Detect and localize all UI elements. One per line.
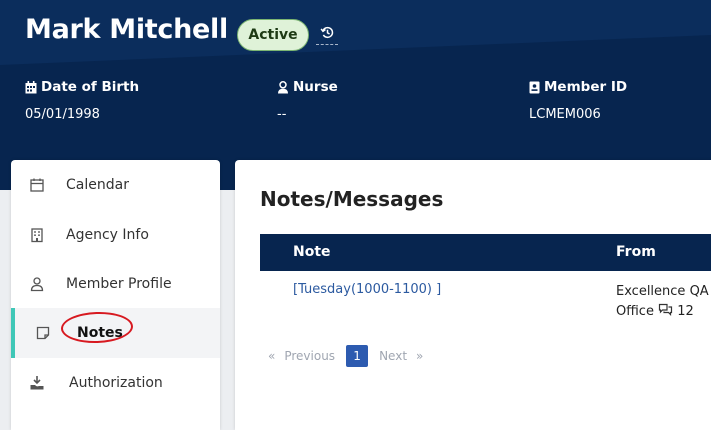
- sidebar-item-label: Agency Info: [66, 227, 149, 243]
- dob-value: 05/01/1998: [25, 107, 100, 122]
- column-header-note[interactable]: Note: [293, 244, 331, 260]
- id-card-icon: [529, 81, 540, 93]
- sidebar-item-agency-info[interactable]: Agency Info: [11, 210, 220, 260]
- sidebar-item-authorization[interactable]: Authorization: [11, 358, 220, 408]
- note-sender: Excellence QA Office 12: [616, 282, 709, 322]
- history-icon[interactable]: [316, 25, 338, 45]
- authorization-icon: [30, 376, 44, 390]
- status-badge: Active: [237, 19, 309, 51]
- sidebar-nav: Calendar Agency Info Member Profile Note…: [11, 160, 220, 430]
- nurse-value: --: [277, 107, 287, 122]
- sidebar-item-label: Member Profile: [66, 276, 172, 292]
- sidebar-item-label: Calendar: [66, 177, 129, 193]
- calendar-icon: [25, 80, 37, 93]
- building-icon: [31, 228, 43, 243]
- notes-panel: Notes/Messages Note From [Tuesday(1000-1…: [235, 160, 711, 430]
- pagination-prev-icon[interactable]: «: [268, 349, 275, 363]
- page-title: Notes/Messages: [260, 187, 444, 211]
- pagination-next-icon[interactable]: »: [416, 349, 423, 363]
- note-link[interactable]: [Tuesday(1000-1100) ]: [293, 282, 441, 297]
- sidebar-item-notes[interactable]: Notes: [11, 308, 220, 358]
- member-id-label-text: Member ID: [544, 79, 628, 95]
- comments-icon[interactable]: [658, 303, 673, 316]
- pagination-next[interactable]: Next: [379, 349, 407, 363]
- dob-label-text: Date of Birth: [41, 79, 140, 95]
- sender-name-cont: Office: [616, 304, 654, 319]
- sender-line-2: Office 12: [616, 302, 709, 322]
- column-header-from[interactable]: From: [616, 244, 656, 260]
- pagination: « Previous 1 Next »: [268, 344, 423, 368]
- note-icon: [36, 326, 50, 340]
- member-id-value: LCMEM006: [529, 107, 601, 122]
- comment-count: 12: [677, 304, 694, 319]
- pagination-previous[interactable]: Previous: [284, 349, 335, 363]
- nurse-icon: [278, 80, 288, 93]
- calendar-icon: [30, 178, 44, 192]
- dob-label: Date of Birth: [25, 79, 139, 95]
- pagination-page-1[interactable]: 1: [346, 345, 369, 367]
- table-header: Note From: [260, 234, 711, 271]
- sidebar-item-label: Authorization: [69, 375, 163, 391]
- sidebar-item-member-profile[interactable]: Member Profile: [11, 259, 220, 309]
- member-id-label: Member ID: [529, 79, 627, 95]
- user-icon: [30, 277, 44, 292]
- nurse-label: Nurse: [277, 79, 338, 95]
- nurse-label-text: Nurse: [293, 79, 338, 95]
- sidebar-item-calendar[interactable]: Calendar: [11, 160, 220, 210]
- member-name: Mark Mitchell: [25, 14, 228, 45]
- sender-name: Excellence QA: [616, 284, 709, 299]
